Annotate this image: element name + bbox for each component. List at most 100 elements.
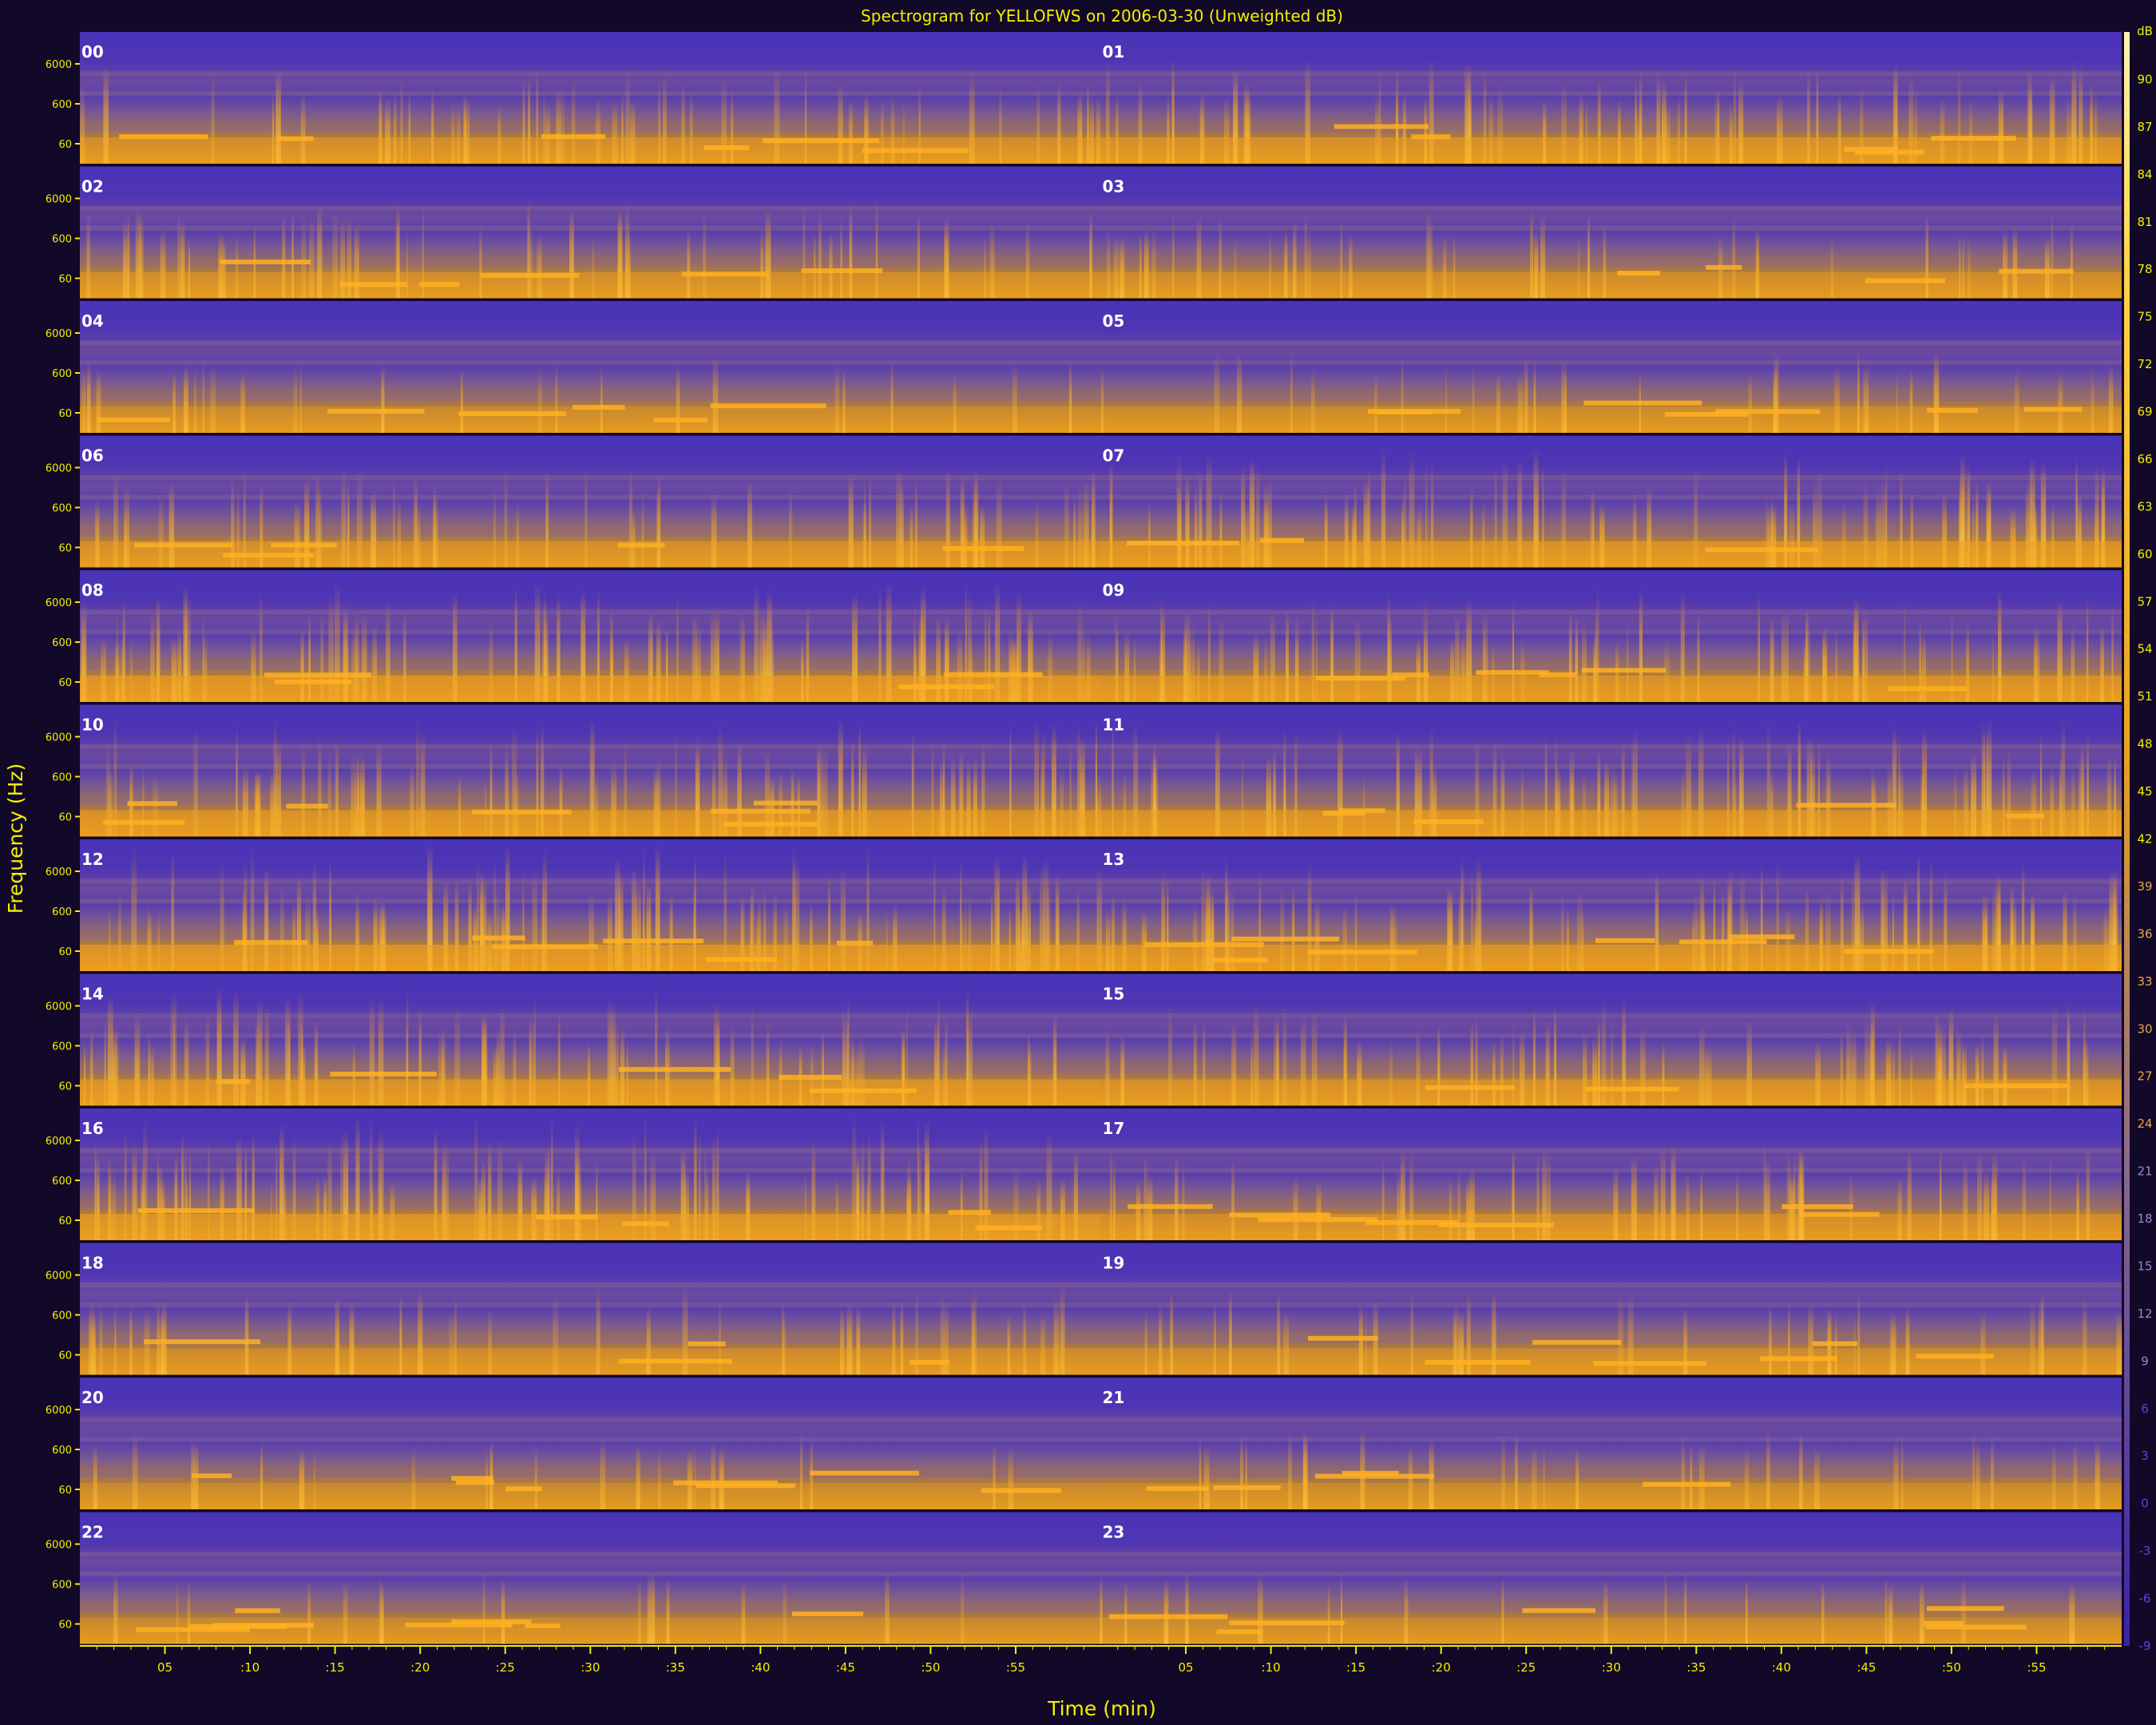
- x-tick-label: :50: [1942, 1660, 1961, 1675]
- tone-segment: [573, 405, 625, 410]
- x-tick-label: :15: [326, 1660, 345, 1675]
- tone-segment: [1144, 942, 1264, 947]
- hour-label-18: 18: [81, 1254, 104, 1273]
- colorbar-tick-label: 30: [2137, 1021, 2152, 1036]
- hour-label-16: 16: [81, 1119, 104, 1138]
- colorbar-tick-label: 9: [2141, 1354, 2149, 1368]
- tone-segment: [541, 134, 606, 140]
- y-tick-label: 600: [52, 1311, 72, 1322]
- hour-label-01: 01: [1103, 42, 1125, 61]
- row-08-09: 08 09 6000 600 60: [46, 570, 2122, 704]
- hour-label-07: 07: [1103, 446, 1125, 466]
- hour-label-04: 04: [81, 311, 104, 331]
- tone-segment: [492, 944, 598, 950]
- tone-segment: [134, 542, 233, 548]
- tone-segment: [1522, 1608, 1596, 1613]
- low-frequency-band: [1100, 541, 2122, 568]
- tone-segment: [1334, 124, 1429, 129]
- tone-segment: [862, 148, 969, 153]
- frequency-band: [80, 206, 2122, 211]
- tone-segment: [1425, 1359, 1531, 1365]
- frequency-band: [80, 1013, 2122, 1018]
- tone-segment: [213, 1623, 315, 1628]
- y-tick-label: 6000: [46, 732, 72, 744]
- y-tick-label: 600: [52, 1176, 72, 1188]
- tone-segment: [836, 941, 873, 946]
- y-tick-label: 600: [52, 99, 72, 111]
- colorbar-tick-label: 81: [2137, 215, 2152, 229]
- tone-segment: [1617, 271, 1660, 276]
- tone-segment: [536, 1215, 597, 1220]
- colorbar-tick-label: 21: [2137, 1164, 2152, 1179]
- tone-segment: [1368, 409, 1461, 414]
- tone-segment: [975, 1225, 1042, 1231]
- tone-segment: [1128, 1204, 1213, 1209]
- row-06-07: 06 07 6000 600 60: [46, 435, 2122, 570]
- tone-segment: [1539, 672, 1576, 677]
- colorbar-tick-label: 75: [2137, 310, 2152, 324]
- tone-segment: [653, 417, 708, 422]
- low-frequency-band: [80, 406, 1101, 433]
- frequency-band: [80, 1283, 2122, 1287]
- x-tick-label: :35: [1686, 1660, 1706, 1675]
- colorbar-tick-label: 18: [2137, 1211, 2152, 1226]
- colorbar-tick-label: 48: [2137, 737, 2152, 751]
- y-tick-label: 60: [58, 274, 72, 286]
- tone-segment: [1532, 1339, 1622, 1345]
- tone-segment: [1213, 1485, 1281, 1490]
- hour-label-19: 19: [1103, 1254, 1125, 1273]
- tone-segment: [275, 679, 351, 684]
- tone-segment: [1927, 407, 1978, 413]
- hour-label-11: 11: [1103, 716, 1125, 735]
- tone-segment: [942, 545, 1024, 551]
- colorbar-tick-label: 84: [2137, 167, 2152, 181]
- frequency-band: [80, 763, 2122, 769]
- x-tick-label: :45: [836, 1660, 855, 1675]
- y-tick-label: 60: [58, 1350, 72, 1362]
- tone-segment: [1308, 1335, 1378, 1341]
- hour-label-10: 10: [81, 716, 104, 735]
- frequency-band: [80, 1033, 2122, 1038]
- hour-label-06: 06: [81, 446, 104, 466]
- tone-segment: [898, 684, 994, 689]
- y-tick-label: 600: [52, 637, 72, 649]
- low-frequency-band: [1100, 137, 2122, 164]
- colorbar-tick-label: 0: [2141, 1497, 2149, 1511]
- tone-segment: [724, 821, 818, 827]
- hour-label-23: 23: [1103, 1523, 1125, 1542]
- colorbar-tick-label: 15: [2137, 1259, 2152, 1274]
- row-02-03: 02 03 6000 600 60: [46, 166, 2122, 301]
- tone-segment: [97, 417, 171, 422]
- tone-segment: [1706, 264, 1742, 270]
- y-axis-label: Frequency (Hz): [4, 763, 27, 914]
- x-tick-label: :35: [666, 1660, 685, 1675]
- row-16-17: 16 17 6000 600 60: [46, 1108, 2122, 1243]
- y-tick-label: 6000: [46, 328, 72, 340]
- tone-segment: [2024, 406, 2083, 412]
- tone-segment: [1926, 1606, 2004, 1612]
- y-tick-label: 6000: [46, 1271, 72, 1283]
- tone-segment: [271, 542, 337, 548]
- colorbar-tick-label: 42: [2137, 832, 2152, 847]
- tone-segment: [617, 542, 665, 548]
- tone-segment: [948, 1210, 991, 1215]
- tone-segment: [791, 1611, 863, 1616]
- y-tick-label: 6000: [46, 463, 72, 475]
- tone-segment: [1229, 1212, 1331, 1218]
- y-tick-label: 600: [52, 906, 72, 918]
- tone-segment: [706, 957, 777, 962]
- frequency-band: [80, 1571, 2122, 1576]
- y-tick-label: 60: [58, 139, 72, 151]
- hour-label-03: 03: [1103, 177, 1125, 196]
- tone-segment: [1216, 1629, 1263, 1635]
- tone-segment: [1812, 1341, 1857, 1346]
- frequency-band: [80, 225, 2122, 231]
- colorbar-tick-label: 12: [2137, 1307, 2152, 1321]
- tone-segment: [1781, 1204, 1853, 1209]
- tone-segment: [2006, 813, 2044, 819]
- low-frequency-band: [1100, 676, 2122, 702]
- y-tick-label: 6000: [46, 194, 72, 206]
- x-tick-label: :30: [1602, 1660, 1621, 1675]
- tone-segment: [223, 553, 315, 558]
- spectrogram-panels: 00 0160006006002 0360006006004 056000600600…: [46, 32, 2122, 1647]
